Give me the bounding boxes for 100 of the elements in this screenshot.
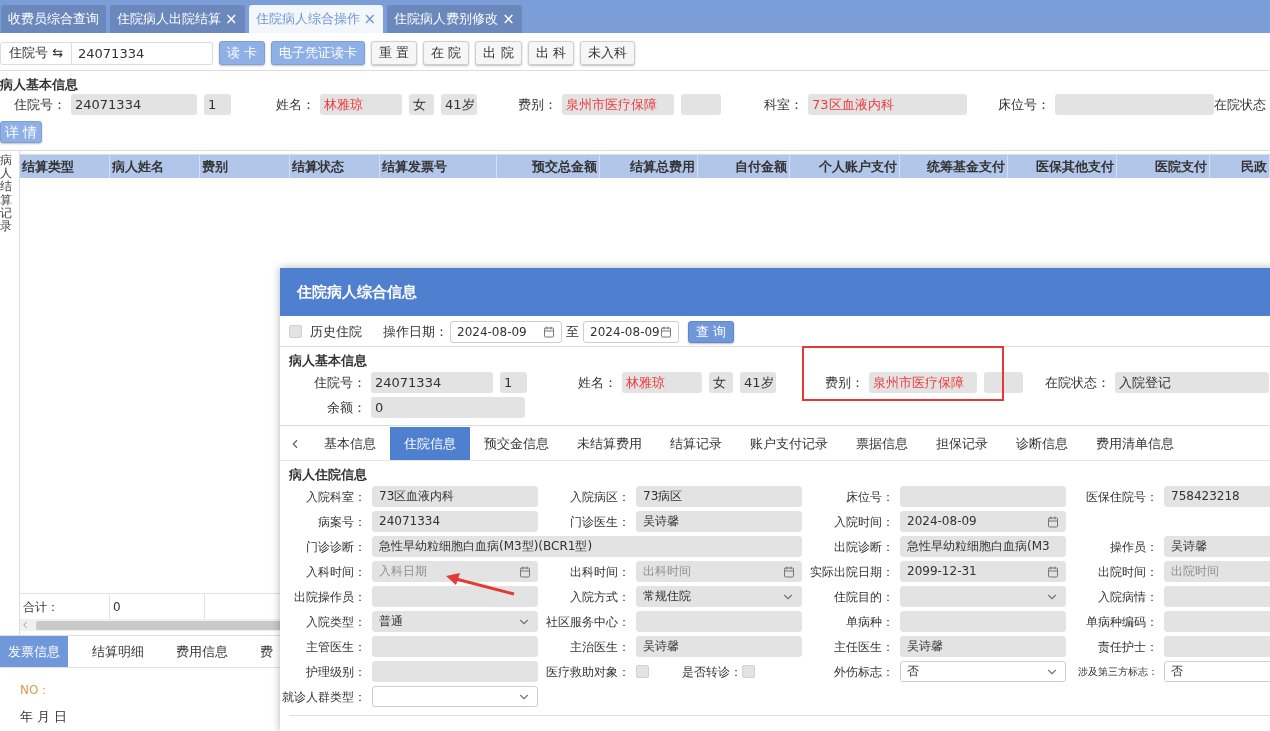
calendar-icon bbox=[660, 325, 672, 338]
toolbar-button[interactable]: 出 院 bbox=[475, 41, 522, 65]
field-label: 门诊诊断： bbox=[305, 538, 366, 556]
field-label: 医保住院号： bbox=[1085, 488, 1158, 506]
readonly-field[interactable]: 女 bbox=[709, 372, 733, 393]
field-label: 实际出院日期： bbox=[809, 563, 894, 581]
field-label: 门诊医生： bbox=[569, 513, 630, 531]
field-label: 入院类型： bbox=[305, 613, 366, 631]
info-tab[interactable]: 住院信息 bbox=[390, 427, 470, 460]
column-header: 医院支付 bbox=[1117, 155, 1210, 178]
field-label: 涉及第三方标志： bbox=[1077, 665, 1158, 679]
calendar-icon bbox=[519, 565, 531, 578]
field-label: 住院号： bbox=[313, 373, 366, 392]
field-label: 床位号： bbox=[997, 95, 1050, 114]
field-label: 姓名： bbox=[275, 95, 315, 114]
column-header: 费别 bbox=[200, 155, 290, 178]
page-tab[interactable]: 住院病人出院结算 × bbox=[110, 5, 245, 33]
section-title: 病人住院信息 bbox=[288, 467, 368, 482]
annotation-arrow bbox=[444, 572, 516, 596]
date-field[interactable]: 2024-08-09 bbox=[583, 320, 679, 343]
checkbox[interactable] bbox=[742, 665, 755, 678]
field-label: 操作员： bbox=[1109, 538, 1158, 556]
info-tab[interactable]: 担保记录 bbox=[922, 427, 1002, 460]
field-label: 医疗救助对象： bbox=[545, 663, 630, 681]
field-label: 出院操作员： bbox=[293, 588, 366, 606]
field-label: 入院科室： bbox=[305, 488, 366, 506]
field-label: 住院号： bbox=[13, 95, 66, 114]
field-label: 主治医生： bbox=[569, 638, 630, 656]
page-tab[interactable]: 收费员综合查询 bbox=[1, 5, 106, 33]
panel-tab[interactable]: 结算明细 bbox=[84, 636, 152, 667]
readonly-field[interactable]: 1 bbox=[204, 94, 231, 115]
readonly-field[interactable]: 入院登记 bbox=[1115, 372, 1269, 393]
field-label: 主管医生： bbox=[305, 638, 366, 656]
field-label: 姓名： bbox=[577, 373, 617, 392]
column-header: 医保其他支付 bbox=[1008, 155, 1117, 178]
checkbox[interactable] bbox=[636, 665, 649, 678]
info-tab[interactable]: 账户支付记录 bbox=[736, 427, 842, 460]
column-header: 预交总金额 bbox=[497, 155, 600, 178]
readonly-field[interactable]: 41岁 bbox=[441, 94, 477, 115]
info-tab[interactable]: 票据信息 bbox=[842, 427, 922, 460]
field-label: 出院时间： bbox=[1097, 563, 1158, 581]
panel-tab[interactable]: 费用信息 bbox=[168, 636, 236, 667]
field-label: 就诊人群类型： bbox=[281, 688, 366, 706]
field-label: 床位号： bbox=[845, 488, 894, 506]
column-header: 结算类型 bbox=[20, 155, 110, 178]
info-tab[interactable]: 诊断信息 bbox=[1002, 427, 1082, 460]
info-tab[interactable]: 预交金信息 bbox=[470, 427, 563, 460]
section-title: 病人基本信息 bbox=[0, 77, 79, 93]
field-label: 单病种： bbox=[845, 613, 894, 631]
info-tab[interactable]: 费用清单信息 bbox=[1082, 427, 1188, 460]
field-label: 主任医生： bbox=[833, 638, 894, 656]
column-header: 自付金额 bbox=[698, 155, 790, 178]
readonly-field[interactable]: 24071334 bbox=[71, 94, 197, 115]
field-label: 科室： bbox=[763, 95, 803, 114]
admission-number-field[interactable]: 24071334 bbox=[72, 41, 214, 65]
readonly-field[interactable] bbox=[1055, 94, 1214, 115]
calendar-icon bbox=[783, 565, 795, 578]
field-label: 病案号： bbox=[317, 513, 366, 531]
toolbar-button[interactable]: 出 科 bbox=[527, 41, 574, 65]
readonly-field[interactable] bbox=[984, 372, 1023, 393]
field-label: 入院时间： bbox=[833, 513, 894, 531]
field-label: 操作日期： bbox=[383, 322, 448, 341]
field-label: 责任护士： bbox=[1097, 638, 1158, 656]
calendar-icon bbox=[543, 325, 555, 338]
field-label: 费别： bbox=[517, 95, 557, 114]
close-icon[interactable]: × bbox=[502, 11, 515, 27]
section-title: 病人基本信息 bbox=[288, 353, 368, 368]
info-tab[interactable]: 基本信息 bbox=[310, 427, 390, 460]
field-label: 入科时间： bbox=[305, 563, 366, 581]
page-tab[interactable]: 住院病人费别修改 × bbox=[387, 5, 522, 33]
readonly-field[interactable]: 24071334 bbox=[371, 372, 493, 393]
column-header: 个人账户支付 bbox=[790, 155, 900, 178]
invoice-number-label: NO： bbox=[20, 682, 51, 699]
column-header: 结算总费用 bbox=[600, 155, 698, 178]
readonly-field[interactable]: 1 bbox=[500, 372, 527, 393]
toolbar-button[interactable]: 重 置 bbox=[371, 41, 418, 65]
readonly-field[interactable]: 41岁 bbox=[740, 372, 776, 393]
side-label: 病人结算记录 bbox=[0, 154, 12, 234]
info-tab[interactable]: 结算记录 bbox=[656, 427, 736, 460]
dialog-title: 住院病人综合信息 bbox=[297, 281, 417, 303]
text-field[interactable]: 否 bbox=[1164, 661, 1270, 682]
field-label: 入院病情： bbox=[1097, 588, 1158, 606]
readonly-field[interactable]: 0 bbox=[371, 397, 525, 418]
column-header: 民政 bbox=[1210, 155, 1270, 178]
readonly-field[interactable] bbox=[681, 94, 721, 115]
checkbox[interactable] bbox=[289, 325, 302, 338]
readonly-field[interactable]: 女 bbox=[409, 94, 434, 115]
field-label: 护理级别： bbox=[305, 663, 366, 681]
toolbar-button[interactable]: 在 院 bbox=[423, 41, 470, 65]
panel-tab[interactable]: 费 bbox=[252, 636, 281, 667]
select-field[interactable] bbox=[372, 686, 538, 707]
close-icon[interactable]: × bbox=[225, 11, 238, 27]
toolbar-button[interactable]: 未入科 bbox=[579, 41, 635, 65]
column-header: 病人姓名 bbox=[110, 155, 200, 178]
date-field[interactable]: 2024-08-09 bbox=[450, 320, 562, 343]
range-separator: 至 bbox=[566, 322, 579, 341]
info-tab[interactable]: 未结算费用 bbox=[563, 427, 656, 460]
column-header: 结算发票号 bbox=[380, 155, 497, 178]
select-field[interactable]: 否 bbox=[900, 661, 1066, 682]
column-header: 结算状态 bbox=[290, 155, 380, 178]
